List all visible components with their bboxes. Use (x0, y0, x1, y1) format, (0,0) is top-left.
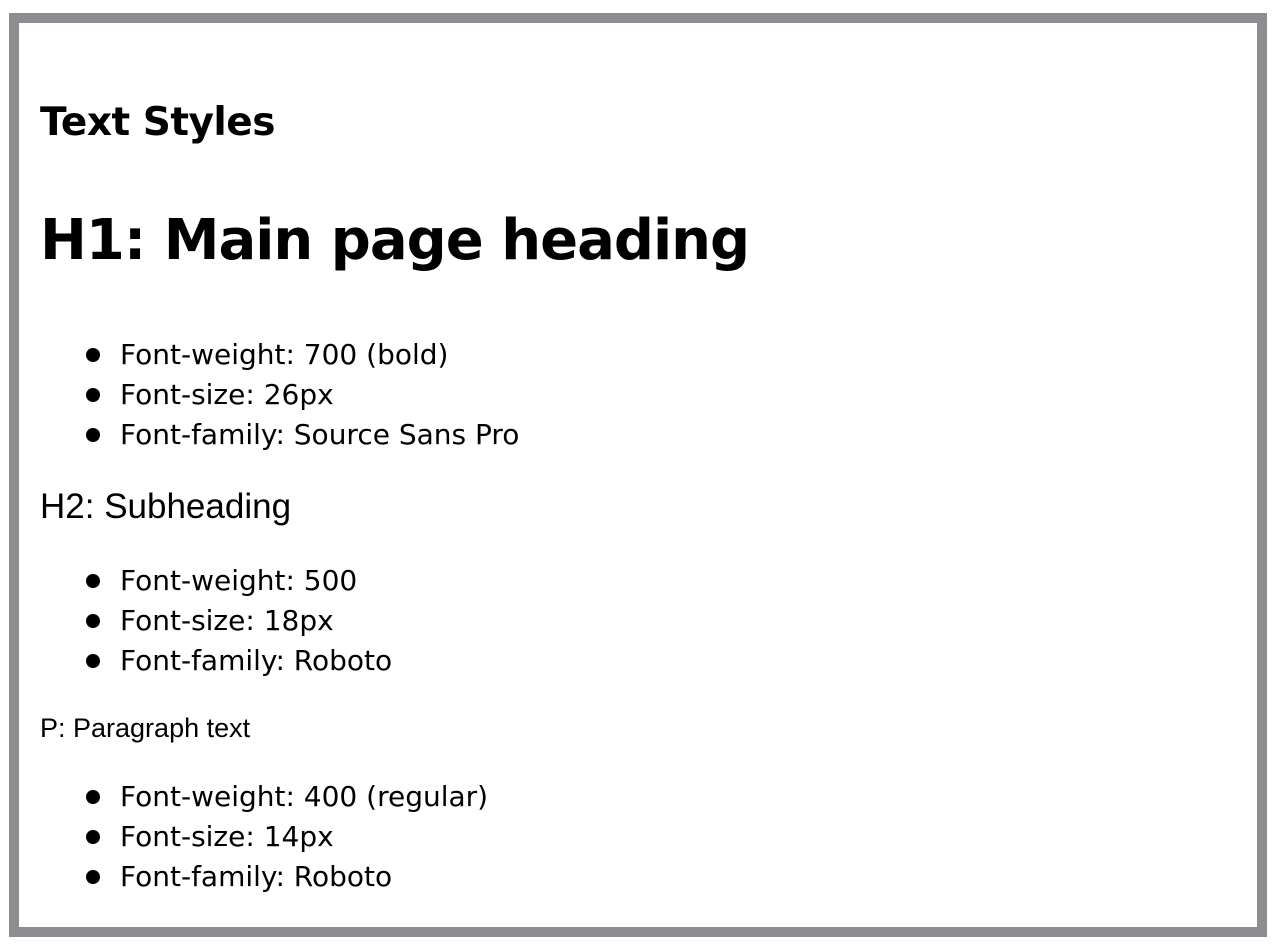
bullet-icon (86, 428, 100, 442)
bullet-icon (86, 574, 100, 588)
list-item: Font-weight: 400 (regular) (40, 777, 488, 817)
bullet-icon (86, 654, 100, 668)
h2-sample-heading: H2: Subheading (40, 487, 292, 526)
text-styles-panel: Text Styles H1: Main page heading Font-w… (9, 13, 1267, 937)
list-item: Font-size: 26px (40, 375, 519, 415)
page-frame: Text Styles H1: Main page heading Font-w… (0, 0, 1276, 946)
list-item: Font-family: Source Sans Pro (40, 415, 519, 455)
h2-spec-list: Font-weight: 500 Font-size: 18px Font-fa… (40, 561, 392, 681)
list-item: Font-family: Roboto (40, 641, 392, 681)
spec-text: Font-weight: 500 (120, 564, 358, 597)
bullet-icon (86, 870, 100, 884)
bullet-icon (86, 614, 100, 628)
h1-sample-heading: H1: Main page heading (40, 208, 750, 273)
bullet-icon (86, 348, 100, 362)
bullet-icon (86, 830, 100, 844)
spec-text: Font-size: 26px (120, 378, 334, 411)
list-item: Font-weight: 500 (40, 561, 392, 601)
spec-text: Font-weight: 400 (regular) (120, 780, 489, 813)
spec-text: Font-family: Roboto (120, 644, 393, 677)
list-item: Font-size: 18px (40, 601, 392, 641)
spec-text: Font-size: 14px (120, 820, 334, 853)
panel-content: Text Styles H1: Main page heading Font-w… (40, 23, 1237, 927)
list-item: Font-family: Roboto (40, 857, 488, 897)
list-item: Font-size: 14px (40, 817, 488, 857)
spec-text: Font-size: 18px (120, 604, 334, 637)
spec-text: Font-weight: 700 (bold) (120, 338, 449, 371)
h1-spec-list: Font-weight: 700 (bold) Font-size: 26px … (40, 335, 519, 455)
spec-text: Font-family: Source Sans Pro (120, 418, 520, 451)
page-title: Text Styles (40, 100, 275, 145)
paragraph-sample: P: Paragraph text (40, 713, 251, 743)
paragraph-spec-list: Font-weight: 400 (regular) Font-size: 14… (40, 777, 488, 897)
list-item: Font-weight: 700 (bold) (40, 335, 519, 375)
spec-text: Font-family: Roboto (120, 860, 393, 893)
bullet-icon (86, 790, 100, 804)
bullet-icon (86, 388, 100, 402)
